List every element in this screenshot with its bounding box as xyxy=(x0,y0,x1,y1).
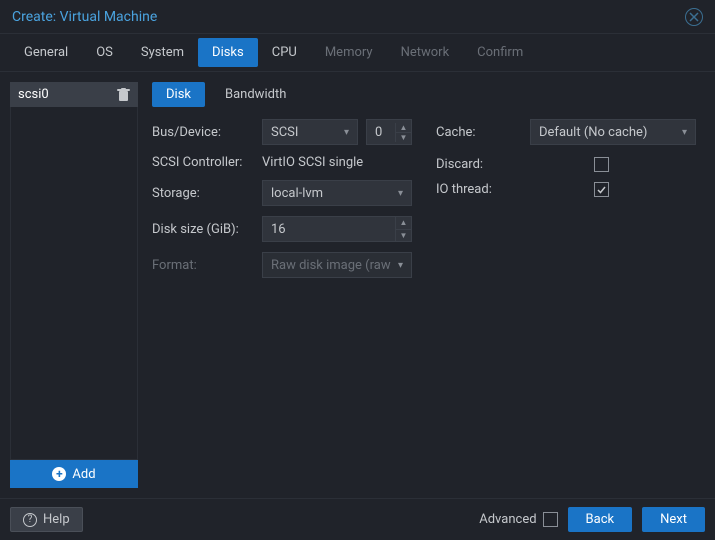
tab-system[interactable]: System xyxy=(127,38,198,67)
storage-select[interactable]: local-lvm ▾ xyxy=(262,180,412,206)
advanced-label: Advanced xyxy=(479,512,536,527)
bus-device-label: Bus/Device: xyxy=(152,125,254,140)
disk-list-item[interactable]: scsi0 xyxy=(10,82,138,107)
chevron-down-icon: ▾ xyxy=(344,127,349,138)
back-button[interactable]: Back xyxy=(568,507,633,532)
tab-confirm[interactable]: Confirm xyxy=(463,38,537,67)
trash-icon[interactable] xyxy=(117,88,130,102)
cache-select-value: Default (No cache) xyxy=(539,125,647,140)
storage-select-value: local-lvm xyxy=(271,186,323,201)
format-select: Raw disk image (raw ▾ xyxy=(262,252,412,278)
add-button-label: Add xyxy=(72,467,95,482)
tab-general[interactable]: General xyxy=(10,38,82,67)
footer: ? Help Advanced Back Next xyxy=(0,498,715,540)
tab-network[interactable]: Network xyxy=(387,38,464,67)
disk-subtabs: Disk Bandwidth xyxy=(152,82,705,107)
advanced-checkbox[interactable] xyxy=(543,512,558,527)
disk-size-input[interactable]: 16 ▲ ▼ xyxy=(262,216,412,242)
spinner-up-icon[interactable]: ▲ xyxy=(396,217,411,230)
bus-select[interactable]: SCSI ▾ xyxy=(262,119,358,145)
titlebar: Create: Virtual Machine xyxy=(0,0,715,34)
help-button[interactable]: ? Help xyxy=(10,507,83,532)
tab-memory[interactable]: Memory xyxy=(311,38,387,67)
window-title: Create: Virtual Machine xyxy=(12,9,157,25)
cache-select[interactable]: Default (No cache) ▾ xyxy=(530,119,696,145)
disk-list xyxy=(10,107,138,460)
spinner-down-icon[interactable]: ▼ xyxy=(396,133,411,142)
format-label: Format: xyxy=(152,258,254,273)
chevron-down-icon: ▾ xyxy=(398,260,403,271)
wizard-tabs: General OS System Disks CPU Memory Netwo… xyxy=(0,34,715,72)
tab-os[interactable]: OS xyxy=(82,38,127,67)
close-icon[interactable] xyxy=(685,8,703,26)
spinner-down-icon[interactable]: ▼ xyxy=(396,230,411,242)
storage-label: Storage: xyxy=(152,186,254,201)
add-disk-button[interactable]: + Add xyxy=(10,460,138,488)
device-index-value: 0 xyxy=(367,125,395,140)
discard-label: Discard: xyxy=(436,157,586,172)
next-button[interactable]: Next xyxy=(642,507,705,532)
io-thread-label: IO thread: xyxy=(436,182,586,197)
io-thread-checkbox[interactable] xyxy=(594,182,609,197)
disk-sidebar: scsi0 + Add xyxy=(10,82,138,488)
disk-size-label: Disk size (GiB): xyxy=(152,222,254,237)
scsi-controller-label: SCSI Controller: xyxy=(152,155,254,170)
tab-disks[interactable]: Disks xyxy=(198,38,258,67)
format-select-value: Raw disk image (raw xyxy=(271,258,391,273)
disk-item-label: scsi0 xyxy=(18,87,49,102)
chevron-down-icon: ▾ xyxy=(398,188,403,199)
help-button-label: Help xyxy=(43,512,70,527)
subtab-bandwidth[interactable]: Bandwidth xyxy=(211,82,300,107)
discard-checkbox[interactable] xyxy=(594,157,609,172)
cache-label: Cache: xyxy=(436,125,522,140)
subtab-disk[interactable]: Disk xyxy=(152,82,205,107)
device-index-spinner[interactable]: 0 ▲ ▼ xyxy=(366,119,412,145)
help-icon: ? xyxy=(23,513,37,527)
chevron-down-icon: ▾ xyxy=(682,127,687,138)
spinner-up-icon[interactable]: ▲ xyxy=(396,123,411,133)
plus-icon: + xyxy=(52,467,66,481)
tab-cpu[interactable]: CPU xyxy=(258,38,311,67)
scsi-controller-value: VirtIO SCSI single xyxy=(262,155,363,170)
disk-size-value: 16 xyxy=(271,222,286,237)
bus-select-value: SCSI xyxy=(271,125,298,140)
